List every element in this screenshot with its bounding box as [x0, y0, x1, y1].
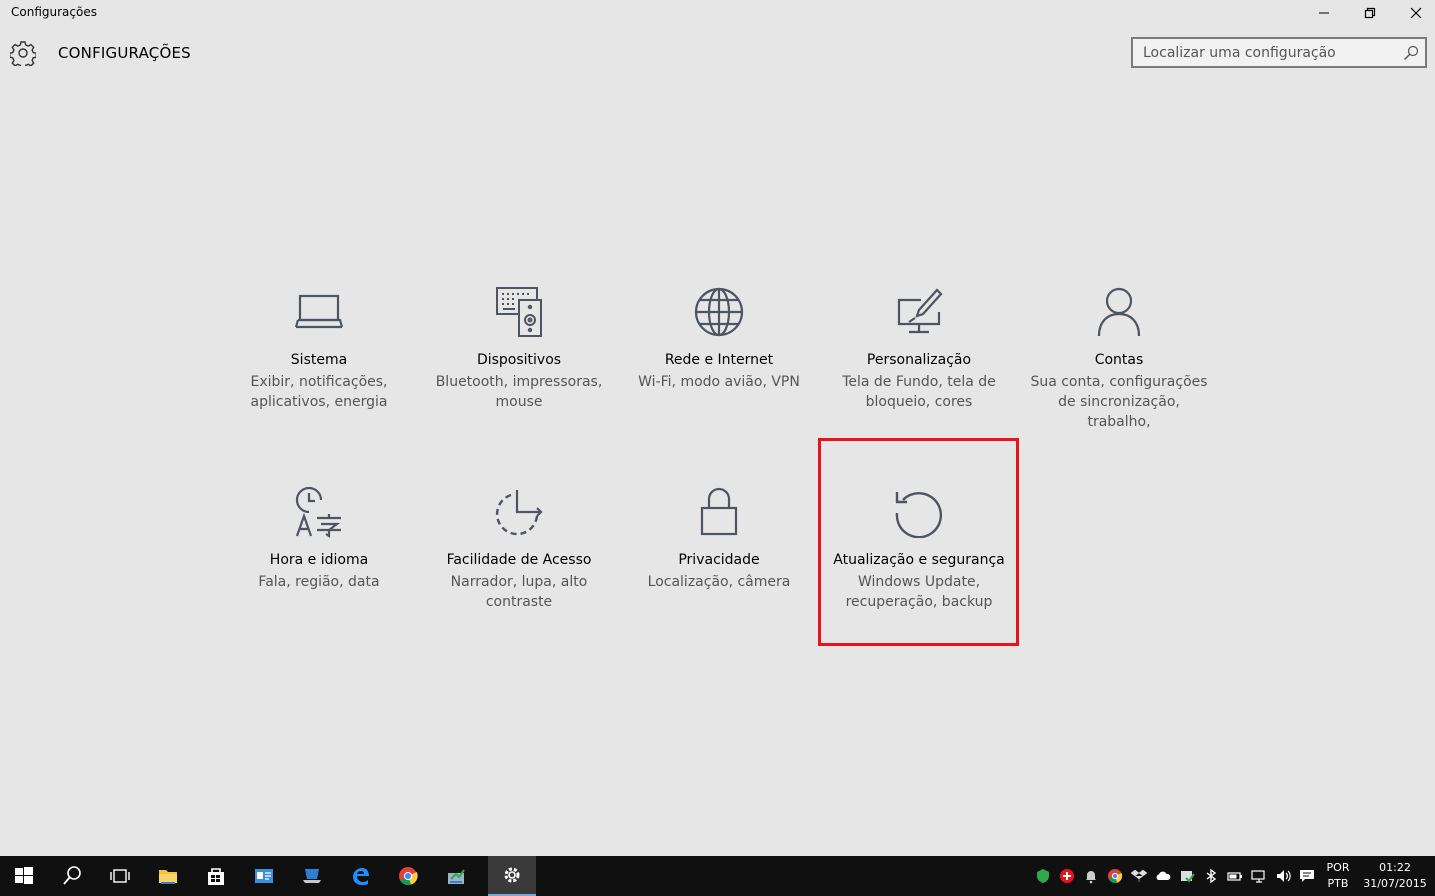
tile-title: Facilidade de Acesso	[446, 552, 592, 568]
clock-date: 31/07/2015	[1363, 877, 1427, 890]
search-icon[interactable]	[1403, 45, 1419, 61]
search-input[interactable]	[1143, 43, 1393, 63]
tile-dispositivos[interactable]: Dispositivos Bluetooth, impressoras, mou…	[419, 286, 619, 486]
tray-network-icon[interactable]	[1251, 868, 1267, 884]
tile-title: Personalização	[866, 352, 972, 368]
restore-button[interactable]	[1347, 0, 1393, 26]
tray-antivirus-icon[interactable]	[1059, 868, 1075, 884]
tray-bell-icon[interactable]	[1083, 868, 1099, 884]
tile-description: Sua conta, configurações de sincronizaçã…	[1030, 374, 1208, 430]
tray-battery-icon[interactable]	[1227, 868, 1243, 884]
tile-description: Tela de Fundo, tela de bloqueio, cores	[842, 374, 996, 410]
tile-privacidade[interactable]: Privacidade Localização, câmera	[619, 486, 819, 686]
language-indicator[interactable]: POR PTB	[1324, 860, 1352, 892]
devices-icon	[496, 287, 542, 337]
tile-description: Wi-Fi, modo avião, VPN	[638, 374, 800, 390]
tile-description: Bluetooth, impressoras, mouse	[435, 374, 603, 410]
language-code: POR	[1326, 861, 1350, 874]
folder-icon	[159, 870, 177, 884]
highlight-box	[818, 438, 1019, 646]
tray-shield-icon[interactable]	[1035, 868, 1051, 884]
edge-icon	[353, 868, 369, 885]
settings-button[interactable]	[488, 856, 536, 896]
person-icon	[1097, 287, 1141, 337]
tray-onedrive-icon[interactable]	[1155, 868, 1171, 884]
laptop-icon	[303, 869, 321, 883]
store-icon	[208, 868, 224, 885]
globe-icon	[694, 287, 744, 337]
tile-title: Hora e idioma	[269, 552, 369, 568]
tile-description: Fala, região, data	[258, 574, 380, 590]
minimize-button[interactable]	[1301, 0, 1347, 26]
tools-app-icon	[448, 869, 465, 884]
chrome-icon	[399, 867, 418, 886]
restore-icon	[1364, 7, 1376, 19]
clock[interactable]: 01:22 31/07/2015	[1360, 860, 1430, 892]
tray-bluetooth-icon[interactable]	[1203, 868, 1219, 884]
tray-sync-check-icon[interactable]	[1179, 868, 1195, 884]
search-box[interactable]	[1131, 37, 1427, 68]
start-button[interactable]	[0, 856, 48, 896]
tile-title: Dispositivos	[476, 352, 562, 368]
tray-action-center-icon[interactable]	[1299, 868, 1315, 884]
tile-title: Contas	[1094, 352, 1144, 368]
ease-of-access-icon	[495, 490, 543, 536]
tile-description: Localização, câmera	[647, 574, 791, 590]
window-title: Configurações	[11, 5, 97, 19]
tile-hora-idioma[interactable]: Hora e idioma Fala, região, data	[219, 486, 419, 686]
app-button-tools[interactable]	[432, 856, 480, 896]
search-button[interactable]	[48, 856, 96, 896]
clock-time: 01:22	[1379, 861, 1411, 874]
close-icon	[1410, 7, 1422, 19]
clock-language-icon	[295, 486, 341, 538]
app-button-contacts[interactable]	[240, 856, 288, 896]
tile-title: Privacidade	[678, 552, 760, 568]
close-button[interactable]	[1393, 0, 1435, 26]
tile-title: Rede e Internet	[664, 352, 774, 368]
contact-card-icon	[255, 869, 273, 883]
tile-facilidade-acesso[interactable]: Facilidade de Acesso Narrador, lupa, alt…	[419, 486, 619, 686]
tile-title: Sistema	[290, 352, 348, 368]
search-icon	[63, 866, 81, 885]
minimize-icon	[1319, 12, 1329, 14]
taskbar: POR PTB 01:22 31/07/2015	[0, 856, 1435, 896]
tray-dropbox-icon[interactable]	[1130, 868, 1148, 884]
tile-sistema[interactable]: Sistema Exibir, notificações, aplicativo…	[219, 286, 419, 486]
tray-chrome-icon[interactable]	[1107, 868, 1123, 884]
windows-logo-icon	[15, 867, 33, 884]
lock-icon	[700, 487, 738, 536]
task-view-icon	[110, 869, 130, 883]
chrome-button[interactable]	[384, 856, 432, 896]
laptop-icon	[294, 294, 344, 329]
paint-monitor-icon	[897, 288, 943, 334]
tile-rede-internet[interactable]: Rede e Internet Wi-Fi, modo avião, VPN	[619, 286, 819, 486]
tile-description: Narrador, lupa, alto contraste	[450, 574, 588, 610]
task-view-button[interactable]	[96, 856, 144, 896]
keyboard-layout: PTB	[1327, 877, 1349, 890]
tile-description: Exibir, notificações, aplicativos, energ…	[250, 374, 388, 410]
gear-icon	[10, 41, 36, 66]
tray-volume-icon[interactable]	[1275, 868, 1291, 884]
page-title: CONFIGURAÇÕES	[58, 44, 191, 62]
gear-icon	[504, 867, 520, 883]
edge-button[interactable]	[336, 856, 384, 896]
title-bar: Configurações	[0, 0, 1435, 26]
file-explorer-button[interactable]	[144, 856, 192, 896]
store-button[interactable]	[192, 856, 240, 896]
tile-contas[interactable]: Contas Sua conta, configurações de sincr…	[1019, 286, 1219, 486]
app-button-laptop[interactable]	[288, 856, 336, 896]
